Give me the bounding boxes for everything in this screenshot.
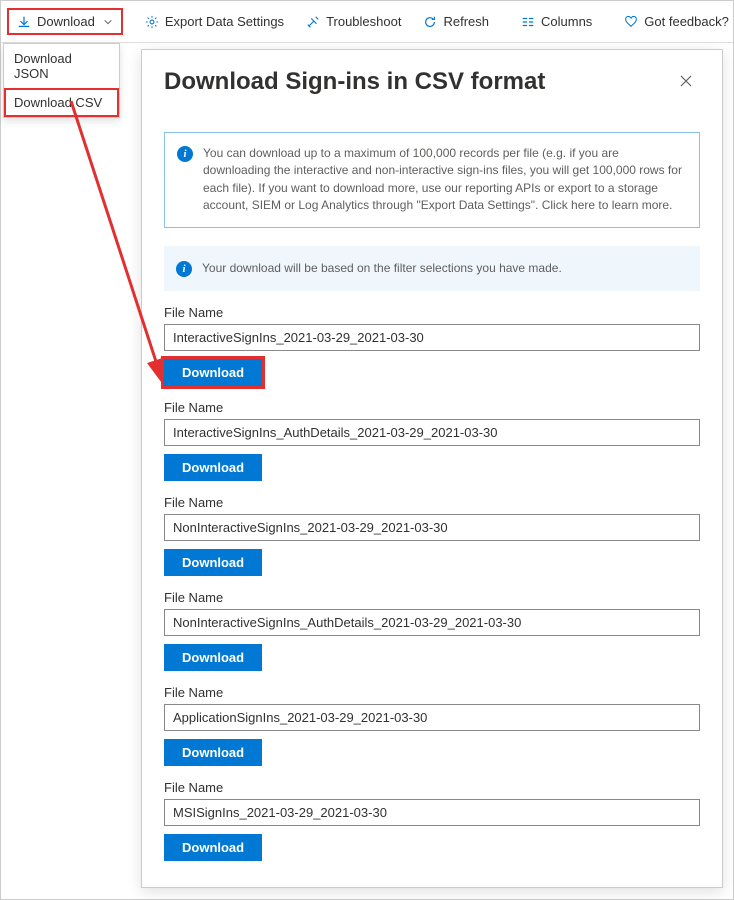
panel-title: Download Sign-ins in CSV format — [164, 68, 545, 96]
download-button[interactable]: Download — [164, 834, 262, 861]
feedback-button[interactable]: Got feedback? — [614, 8, 734, 35]
feedback-label: Got feedback? — [644, 14, 729, 29]
file-name-label: File Name — [164, 685, 700, 700]
file-name-label: File Name — [164, 305, 700, 320]
file-name-input[interactable] — [164, 704, 700, 731]
file-name-label: File Name — [164, 400, 700, 415]
download-label: Download — [37, 14, 95, 29]
download-csv-option[interactable]: Download CSV — [4, 88, 119, 117]
file-field-block: File Name Download — [164, 305, 700, 386]
troubleshoot-button[interactable]: Troubleshoot — [296, 8, 411, 35]
refresh-button[interactable]: Refresh — [413, 8, 499, 35]
file-name-input[interactable] — [164, 609, 700, 636]
file-name-input[interactable] — [164, 324, 700, 351]
tools-icon — [306, 15, 320, 29]
export-label: Export Data Settings — [165, 14, 284, 29]
columns-icon — [521, 15, 535, 29]
file-field-block: File Name Download — [164, 685, 700, 766]
download-icon — [17, 15, 31, 29]
refresh-label: Refresh — [443, 14, 489, 29]
info-icon — [177, 146, 193, 162]
file-name-input[interactable] — [164, 419, 700, 446]
info-text-limits: You can download up to a maximum of 100,… — [203, 145, 685, 215]
export-data-settings-button[interactable]: Export Data Settings — [135, 8, 294, 35]
download-json-option[interactable]: Download JSON — [4, 44, 119, 88]
close-button[interactable] — [674, 69, 698, 96]
download-csv-panel: Download Sign-ins in CSV format You can … — [141, 49, 723, 888]
columns-label: Columns — [541, 14, 592, 29]
download-button[interactable]: Download — [164, 644, 262, 671]
refresh-icon — [423, 15, 437, 29]
file-name-input[interactable] — [164, 514, 700, 541]
file-name-label: File Name — [164, 495, 700, 510]
file-name-input[interactable] — [164, 799, 700, 826]
panel-header: Download Sign-ins in CSV format — [142, 50, 722, 114]
info-box-limits: You can download up to a maximum of 100,… — [164, 132, 700, 228]
file-field-block: File Name Download — [164, 495, 700, 576]
columns-button[interactable]: Columns — [511, 8, 602, 35]
file-field-block: File Name Download — [164, 400, 700, 481]
download-button[interactable]: Download — [164, 739, 262, 766]
file-name-label: File Name — [164, 590, 700, 605]
download-button[interactable]: Download — [164, 454, 262, 481]
chevron-down-icon — [103, 17, 113, 27]
download-button[interactable]: Download — [164, 359, 262, 386]
info-icon — [176, 261, 192, 277]
troubleshoot-label: Troubleshoot — [326, 14, 401, 29]
file-field-block: File Name Download — [164, 780, 700, 861]
download-dropdown-menu: Download JSON Download CSV — [3, 43, 120, 118]
heart-icon — [624, 15, 638, 29]
file-field-block: File Name Download — [164, 590, 700, 671]
toolbar: Download Export Data Settings Troublesho… — [1, 1, 733, 43]
download-dropdown-button[interactable]: Download — [7, 8, 123, 35]
gear-icon — [145, 15, 159, 29]
close-icon — [678, 73, 694, 89]
info-text-filter: Your download will be based on the filte… — [202, 260, 562, 277]
info-box-filter: Your download will be based on the filte… — [164, 246, 700, 291]
download-button[interactable]: Download — [164, 549, 262, 576]
panel-body: You can download up to a maximum of 100,… — [142, 114, 722, 881]
file-name-label: File Name — [164, 780, 700, 795]
